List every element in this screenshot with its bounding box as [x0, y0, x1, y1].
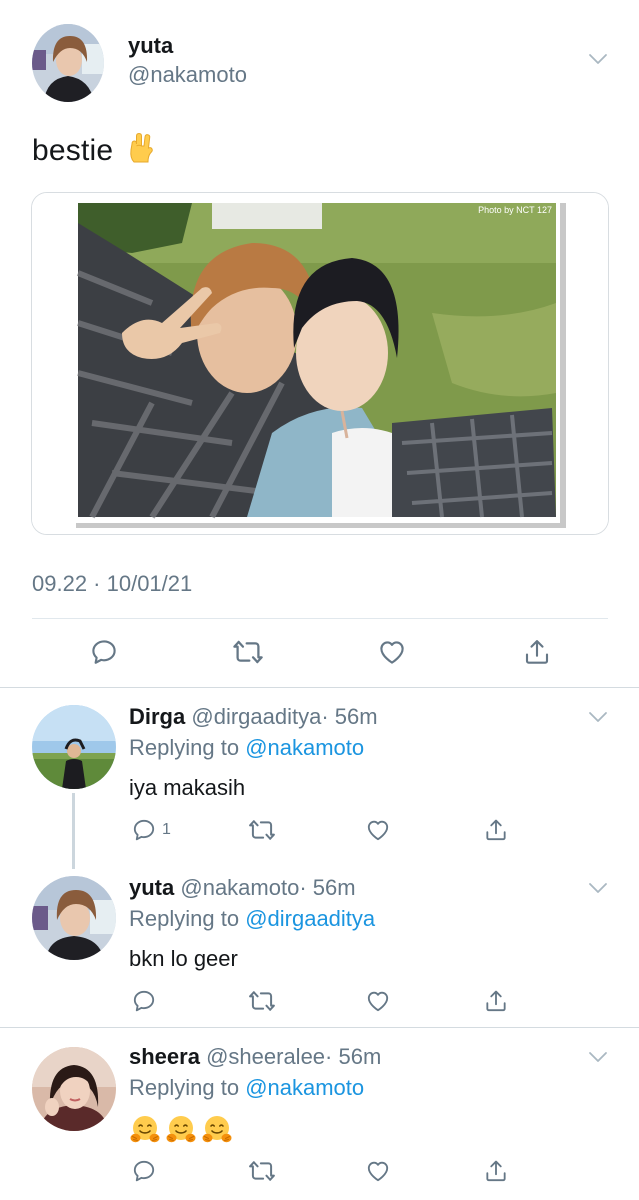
replying-to: Replying to @nakamoto: [129, 735, 364, 761]
share-button[interactable]: [483, 984, 509, 1018]
like-button[interactable]: [365, 1154, 391, 1188]
reply-meta: Dirga @dirgaaditya· 56m: [129, 704, 378, 730]
reply-author-handle[interactable]: @dirgaaditya: [191, 704, 321, 729]
reply-time: · 56m: [325, 1044, 382, 1069]
like-icon: [365, 1158, 391, 1184]
like-button[interactable]: [365, 813, 391, 847]
reply-item[interactable]: yuta @nakamoto· 56m Replying to @dirgaad…: [0, 859, 639, 1027]
reply-time: · 56m: [321, 704, 378, 729]
author-handle[interactable]: @nakamoto: [128, 62, 247, 88]
tweet-actions: [0, 632, 639, 672]
rock-on-hand-icon: [130, 132, 153, 163]
retweet-button[interactable]: [248, 1154, 276, 1188]
reply-author-handle[interactable]: @sheeralee: [206, 1044, 325, 1069]
avatar[interactable]: [32, 876, 116, 960]
retweet-icon: [248, 987, 276, 1015]
chevron-down-icon[interactable]: [588, 710, 608, 724]
reply-meta: yuta @nakamoto· 56m: [129, 875, 356, 901]
hugging-face-icon: [201, 1114, 233, 1146]
reply-icon: [89, 637, 119, 667]
reply-count: 1: [162, 821, 171, 838]
replying-to: Replying to @dirgaaditya: [129, 906, 375, 932]
reply-meta: sheera @sheeralee· 56m: [129, 1044, 381, 1070]
reply-time: · 56m: [299, 875, 356, 900]
like-button[interactable]: [365, 984, 391, 1018]
chevron-down-icon[interactable]: [588, 52, 608, 66]
like-icon: [377, 637, 407, 667]
reply-author-handle[interactable]: @nakamoto: [180, 875, 299, 900]
reply-item[interactable]: Dirga @dirgaaditya· 56m Replying to @nak…: [0, 688, 639, 858]
photo-credit: Photo by NCT 127: [478, 205, 552, 215]
retweet-icon: [248, 1157, 276, 1185]
reply-author-name[interactable]: sheera: [129, 1044, 200, 1069]
media-card[interactable]: Photo by NCT 127: [31, 192, 609, 535]
reply-button[interactable]: 1: [131, 813, 171, 847]
replying-to-label: Replying to: [129, 735, 246, 760]
like-icon: [365, 817, 391, 843]
thread-line: [72, 793, 75, 869]
replying-to-link[interactable]: @dirgaaditya: [245, 906, 375, 931]
avatar-photo-icon: [32, 1047, 116, 1131]
share-button[interactable]: [517, 632, 557, 672]
author-name[interactable]: yuta: [128, 33, 173, 59]
hugging-face-icon: [129, 1114, 161, 1146]
selfie-photo: Photo by NCT 127: [32, 193, 608, 534]
reply-icon: [131, 1158, 157, 1184]
replying-to-link[interactable]: @nakamoto: [245, 1075, 364, 1100]
reply-author-name[interactable]: Dirga: [129, 704, 185, 729]
main-tweet: yuta @nakamoto bestie Photo by NCT 127 0…: [0, 0, 639, 687]
reply-actions: [0, 984, 639, 1018]
replying-to-label: Replying to: [129, 1075, 246, 1100]
reply-author-name[interactable]: yuta: [129, 875, 174, 900]
like-button[interactable]: [372, 632, 412, 672]
replying-to-link[interactable]: @nakamoto: [245, 735, 364, 760]
share-button[interactable]: [483, 813, 509, 847]
avatar-photo-icon: [32, 876, 116, 960]
reply-button[interactable]: [84, 632, 124, 672]
avatar[interactable]: [32, 24, 104, 102]
divider: [32, 618, 608, 619]
retweet-icon: [248, 816, 276, 844]
share-button[interactable]: [483, 1154, 509, 1188]
retweet-button[interactable]: [248, 984, 276, 1018]
share-icon: [483, 817, 509, 843]
retweet-icon: [232, 636, 264, 668]
tweet-text: bestie: [32, 132, 156, 168]
tweet-text-body: bestie: [32, 134, 114, 167]
replying-to-label: Replying to: [129, 906, 246, 931]
avatar[interactable]: [32, 1047, 116, 1131]
replying-to: Replying to @nakamoto: [129, 1075, 364, 1101]
reply-actions: [0, 1154, 639, 1188]
share-icon: [483, 988, 509, 1014]
hugging-face-icon: [165, 1114, 197, 1146]
share-icon: [483, 1158, 509, 1184]
reply-button[interactable]: [131, 984, 162, 1018]
like-icon: [365, 988, 391, 1014]
share-icon: [522, 637, 552, 667]
retweet-button[interactable]: [248, 813, 276, 847]
retweet-button[interactable]: [228, 632, 268, 672]
reply-text: iya makasih: [129, 775, 246, 800]
avatar[interactable]: [32, 705, 116, 789]
chevron-down-icon[interactable]: [588, 881, 608, 895]
reply-icon: [131, 817, 157, 843]
reply-icon: [131, 988, 157, 1014]
reply-emoji: [129, 1114, 233, 1146]
chevron-down-icon[interactable]: [588, 1050, 608, 1064]
reply-actions: 1: [0, 813, 639, 847]
reply-button[interactable]: [131, 1154, 162, 1188]
reply-item[interactable]: sheera @sheeralee· 56m Replying to @naka…: [0, 1028, 639, 1200]
reply-text: bkn lo geer: [129, 946, 238, 971]
avatar-photo-icon: [32, 24, 104, 102]
avatar-photo-icon: [32, 705, 116, 789]
tweet-timestamp: 09.22 · 10/01/21: [32, 571, 193, 596]
